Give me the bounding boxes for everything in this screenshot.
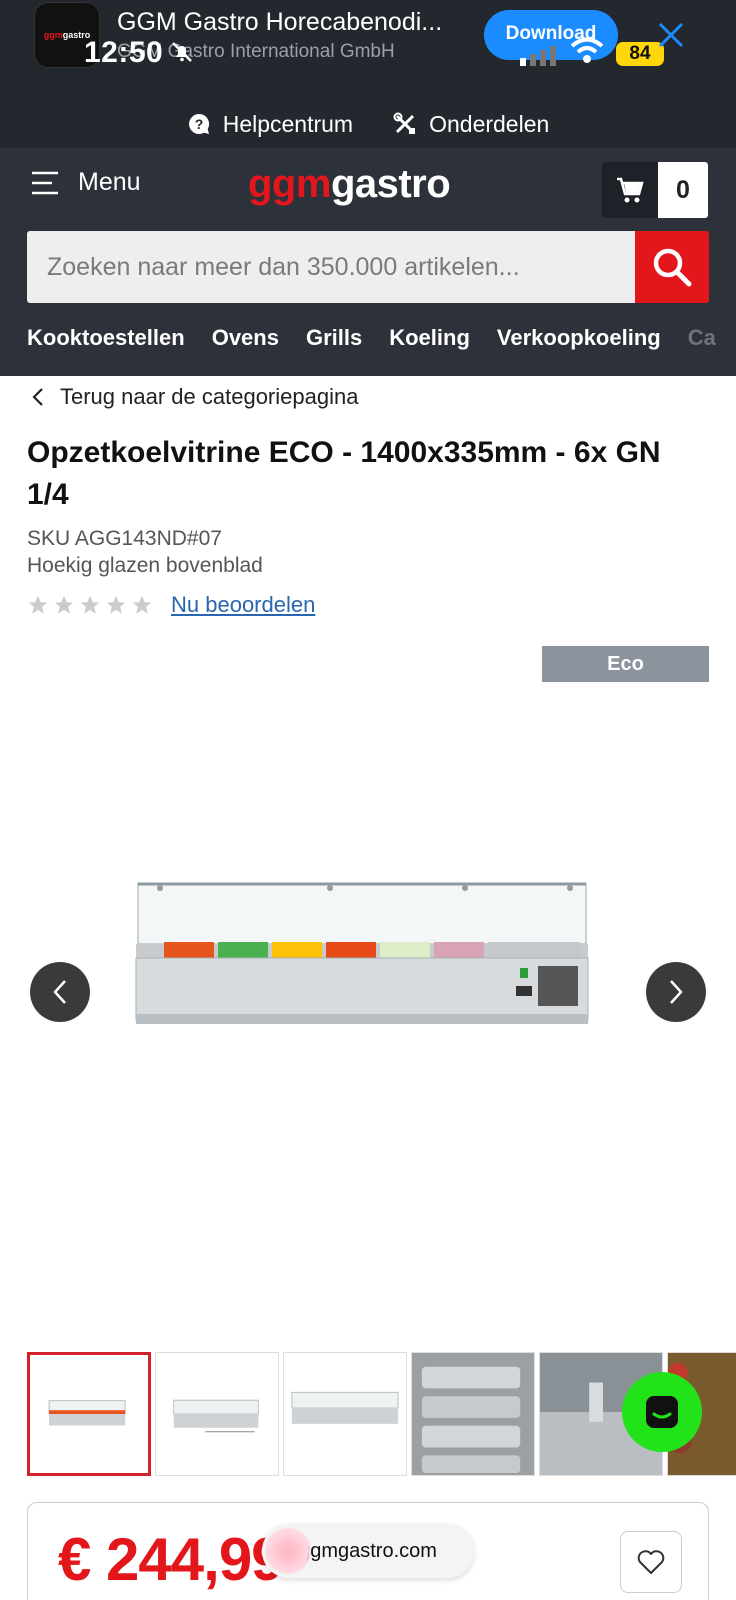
category-item[interactable]: Ca — [688, 316, 716, 360]
wifi-icon — [570, 37, 604, 63]
product-subtitle: Hoekig glazen bovenblad — [27, 554, 263, 577]
category-item[interactable]: Grills — [306, 316, 362, 360]
product-title: Opzetkoelvitrine ECO - 1400x335mm - 6x G… — [27, 436, 661, 511]
help-center-label: Helpcentrum — [222, 110, 354, 137]
parts-label: Onderdelen — [429, 110, 550, 137]
thumbnail-image — [48, 1400, 126, 1426]
back-to-category-link[interactable]: Terug naar de categoriepagina — [30, 384, 358, 410]
menu-button[interactable]: Menu — [30, 168, 141, 197]
cart-icon — [617, 177, 644, 203]
next-image-button[interactable] — [646, 962, 706, 1022]
status-time: 12:50 — [84, 36, 164, 69]
banner-app-title: GGM Gastro Horecabenodi... — [117, 8, 443, 36]
heart-icon — [637, 1550, 665, 1574]
category-item[interactable]: Verkoopkoeling — [497, 316, 661, 360]
cart-button[interactable]: 0 — [602, 162, 708, 218]
help-bubble-icon: ? — [188, 113, 209, 134]
category-item[interactable]: Koeling — [389, 316, 470, 360]
close-icon[interactable] — [656, 20, 686, 50]
product-image[interactable] — [130, 880, 600, 1060]
thumbnail[interactable] — [411, 1352, 535, 1476]
star-icon[interactable] — [105, 594, 127, 616]
wishlist-button[interactable] — [620, 1531, 682, 1593]
eco-badge: Eco — [542, 646, 709, 682]
star-icon[interactable] — [53, 594, 75, 616]
chevron-right-icon — [670, 980, 683, 1004]
thumbnail-image — [173, 1399, 259, 1433]
thumbnail[interactable] — [283, 1352, 407, 1476]
thumbnail-image — [421, 1366, 521, 1474]
menu-label: Menu — [78, 168, 141, 196]
help-center-link[interactable]: ? Helpcentrum — [187, 111, 353, 138]
back-label: Terug naar de categoriepagina — [60, 384, 359, 409]
site-header: Menu ggmgastro 0 Kooktoestellen Ovens Gr… — [0, 148, 736, 376]
category-nav: Kooktoestellen Ovens Grills Koeling Verk… — [27, 316, 736, 360]
signal-icon — [520, 46, 556, 66]
thumbnail-image — [291, 1391, 399, 1424]
chevron-left-icon — [53, 980, 66, 1004]
search-bar — [27, 231, 709, 303]
rating-row: Nu beoordelen — [27, 592, 315, 618]
search-button[interactable] — [635, 231, 709, 303]
search-icon — [653, 248, 692, 287]
chevron-left-icon — [32, 388, 43, 406]
product-sku: SKU AGG143ND#07 — [27, 527, 222, 550]
site-logo[interactable]: ggmgastro — [248, 162, 451, 207]
bell-off-icon — [172, 42, 192, 62]
tools-icon — [393, 112, 416, 134]
chat-button[interactable] — [622, 1372, 702, 1452]
site-favicon — [265, 1528, 311, 1574]
cart-icon-box — [602, 162, 658, 218]
category-item[interactable]: Kooktoestellen — [27, 316, 185, 360]
help-links-row: ? Helpcentrum Onderdelen — [0, 100, 736, 148]
star-icon[interactable] — [131, 594, 153, 616]
app-install-banner: ggmgastro GGM Gastro Horecabenodi... GGM… — [0, 0, 736, 148]
write-review-link[interactable]: Nu beoordelen — [171, 592, 315, 618]
search-input[interactable] — [27, 231, 635, 303]
thumbnail[interactable] — [155, 1352, 279, 1476]
category-item[interactable]: Ovens — [212, 316, 279, 360]
cart-count: 0 — [658, 162, 708, 218]
product-price: € 244,99 — [58, 1526, 285, 1593]
hamburger-icon — [32, 171, 58, 194]
thumbnail[interactable] — [27, 1352, 151, 1476]
previous-image-button[interactable] — [30, 962, 90, 1022]
svg-text:?: ? — [194, 116, 203, 132]
parts-link[interactable]: Onderdelen — [393, 111, 549, 138]
star-icon[interactable] — [27, 594, 49, 616]
star-icon[interactable] — [79, 594, 101, 616]
chat-icon — [646, 1396, 678, 1428]
